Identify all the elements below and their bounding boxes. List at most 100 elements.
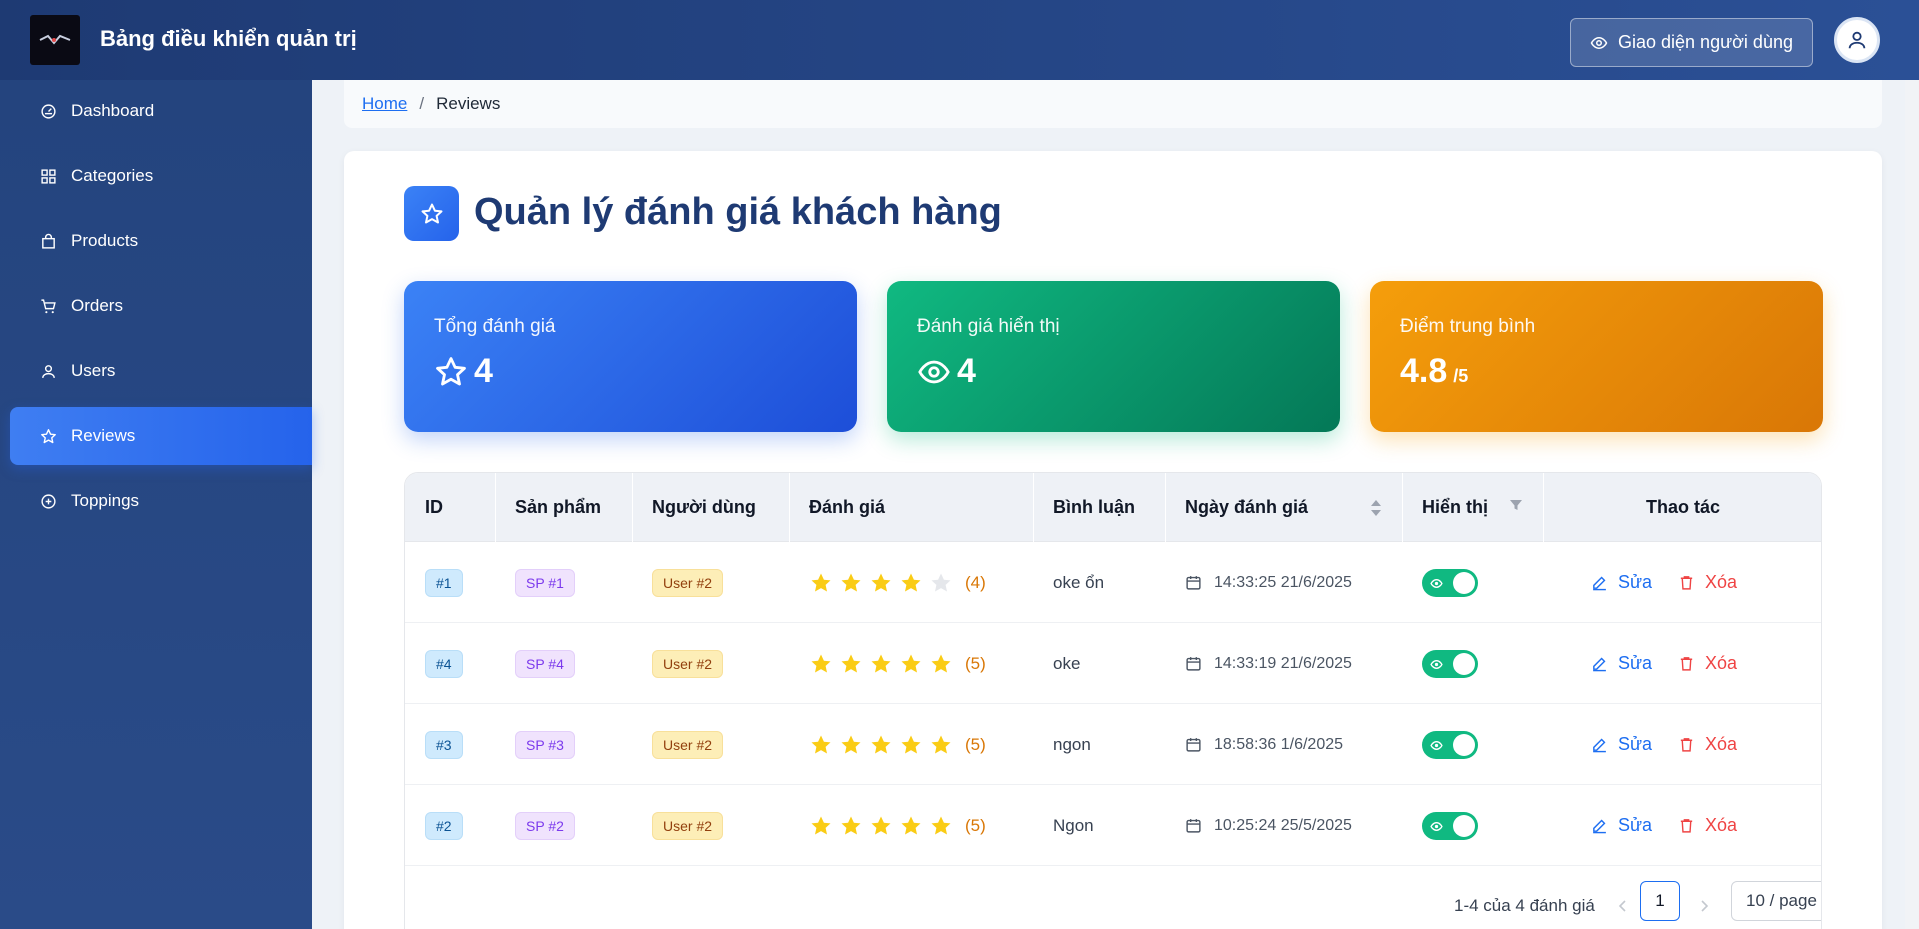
cell-edit: Sửa (1591, 623, 1652, 704)
star-filled-icon (811, 735, 831, 753)
sidebar-item-label: Orders (71, 296, 123, 315)
cart-icon (40, 298, 57, 315)
stat-visible-reviews: Đánh giá hiển thị 4 (887, 281, 1340, 432)
edit-button[interactable]: Sửa (1591, 734, 1652, 755)
rating-count: (5) (965, 815, 986, 835)
column-header-comment[interactable]: Bình luận (1033, 473, 1165, 542)
stat-total-reviews: Tổng đánh giá 4 (404, 281, 857, 432)
pagination-next-button[interactable] (1694, 896, 1714, 916)
calendar-icon (1186, 657, 1201, 671)
column-header-product[interactable]: Sản phẩm (495, 473, 632, 542)
delete-button[interactable]: Xóa (1678, 572, 1737, 593)
eye-icon (1590, 36, 1608, 49)
shopping-bag-icon (40, 233, 57, 250)
sidebar-item-orders[interactable]: Orders (10, 277, 312, 335)
star-filled-icon (811, 816, 831, 834)
cell-comment: Ngon (1053, 815, 1094, 835)
logo-mark-icon (39, 34, 71, 45)
column-header-rating[interactable]: Đánh giá (789, 473, 1033, 542)
sidebar-item-dashboard[interactable]: Dashboard (10, 82, 312, 140)
column-header-visible[interactable]: Hiển thị (1402, 473, 1543, 542)
edit-label: Sửa (1618, 815, 1653, 835)
cell-rating: (5) (809, 704, 986, 785)
calendar-icon (1186, 819, 1201, 833)
user-view-button-label: Giao diện người dùng (1618, 32, 1793, 52)
id-tag: #4 (425, 649, 463, 678)
edit-button[interactable]: Sửa (1591, 572, 1652, 593)
star-filled-icon (901, 573, 921, 591)
top-header: Bảng điều khiển quản trị Giao diện người… (0, 0, 1919, 80)
user-icon (40, 363, 57, 380)
sidebar-item-reviews[interactable]: Reviews (10, 407, 312, 465)
star-filled-icon (841, 735, 861, 753)
sidebar-item-categories[interactable]: Categories (10, 147, 312, 205)
app-title: Bảng điều khiển quản trị (100, 26, 357, 51)
stat-label: Đánh giá hiển thị (917, 316, 1060, 337)
cell-id: #4 (425, 623, 463, 704)
breadcrumb: Home / Reviews (344, 80, 1882, 128)
cell-comment: oke ổn (1053, 572, 1105, 592)
pagination-total: 1-4 của 4 đánh giá (1454, 896, 1595, 915)
table-row: #1 SP #1 User #2 (4) oke ổn 14:33:25 21/… (405, 542, 1821, 623)
cell-delete: Xóa (1678, 623, 1737, 704)
column-header-date-label: Ngày đánh giá (1185, 497, 1309, 517)
pagination: 1-4 của 4 đánh giá 1 10 / page (405, 881, 1821, 929)
edit-button[interactable]: Sửa (1591, 815, 1652, 836)
user-view-button[interactable]: Giao diện người dùng (1570, 18, 1813, 67)
delete-label: Xóa (1705, 815, 1738, 835)
visibility-toggle[interactable] (1422, 649, 1478, 678)
cell-product: SP #4 (515, 623, 575, 704)
sidebar-item-products[interactable]: Products (10, 212, 312, 270)
sidebar-item-label: Dashboard (71, 101, 155, 120)
cell-edit: Sửa (1591, 785, 1652, 866)
delete-button[interactable]: Xóa (1678, 734, 1737, 755)
cell-rating: (5) (809, 623, 986, 704)
product-tag: SP #1 (515, 568, 575, 597)
rating-count: (5) (965, 653, 986, 673)
column-header-date[interactable]: Ngày đánh giá (1165, 473, 1402, 542)
cell-id: #3 (425, 704, 463, 785)
column-header-id[interactable]: ID (405, 473, 495, 542)
edit-button[interactable]: Sửa (1591, 653, 1652, 674)
table-row: #2 SP #2 User #2 (5) Ngon 10:25:24 25/5/… (405, 785, 1821, 866)
table-row: #3 SP #3 User #2 (5) ngon 18:58:36 1/6/2… (405, 704, 1821, 785)
cell-rating: (5) (809, 785, 986, 866)
rating-stars: (5) (809, 733, 986, 757)
delete-button[interactable]: Xóa (1678, 815, 1737, 836)
user-avatar-icon (1848, 31, 1866, 49)
stat-label: Tổng đánh giá (434, 316, 556, 337)
cell-rating: (4) (809, 542, 986, 623)
sidebar-item-label: Users (71, 361, 116, 380)
visibility-toggle[interactable] (1422, 568, 1478, 597)
toggle-knob (1453, 814, 1475, 837)
cell-id: #2 (425, 785, 463, 866)
rating-stars: (5) (809, 814, 986, 838)
pagination-prev-button[interactable] (1613, 896, 1633, 916)
sidebar-item-users[interactable]: Users (10, 342, 312, 400)
cell-user: User #2 (652, 785, 724, 866)
sidebar-item-label: Reviews (71, 426, 136, 445)
cell-edit: Sửa (1591, 542, 1652, 623)
filter-icon[interactable] (1509, 498, 1523, 512)
star-filled-icon (901, 816, 921, 834)
page-title-star-icon (404, 186, 459, 241)
stat-value: 4.8 (1400, 352, 1448, 390)
stat-average-score: Điểm trung bình 4.8 /5 (1370, 281, 1823, 432)
sidebar: Dashboard Categories Products Orders Use… (0, 80, 312, 929)
delete-button[interactable]: Xóa (1678, 653, 1737, 674)
breadcrumb-home-link[interactable]: Home (362, 94, 407, 114)
pencil-icon (1593, 657, 1606, 672)
column-header-user[interactable]: Người dùng (632, 473, 789, 542)
eye-icon (1430, 659, 1443, 669)
page-scrollbar[interactable] (1905, 80, 1919, 929)
pagination-page-1[interactable]: 1 (1640, 881, 1680, 921)
visibility-toggle[interactable] (1422, 811, 1478, 840)
star-filled-icon (871, 573, 891, 591)
avatar[interactable] (1834, 17, 1880, 63)
sort-icon[interactable] (1370, 498, 1382, 518)
sidebar-item-toppings[interactable]: Toppings (10, 472, 312, 530)
visibility-toggle[interactable] (1422, 730, 1478, 759)
page-size-select[interactable]: 10 / page (1731, 881, 1821, 921)
id-tag: #2 (425, 811, 463, 840)
app-logo[interactable] (30, 15, 80, 65)
